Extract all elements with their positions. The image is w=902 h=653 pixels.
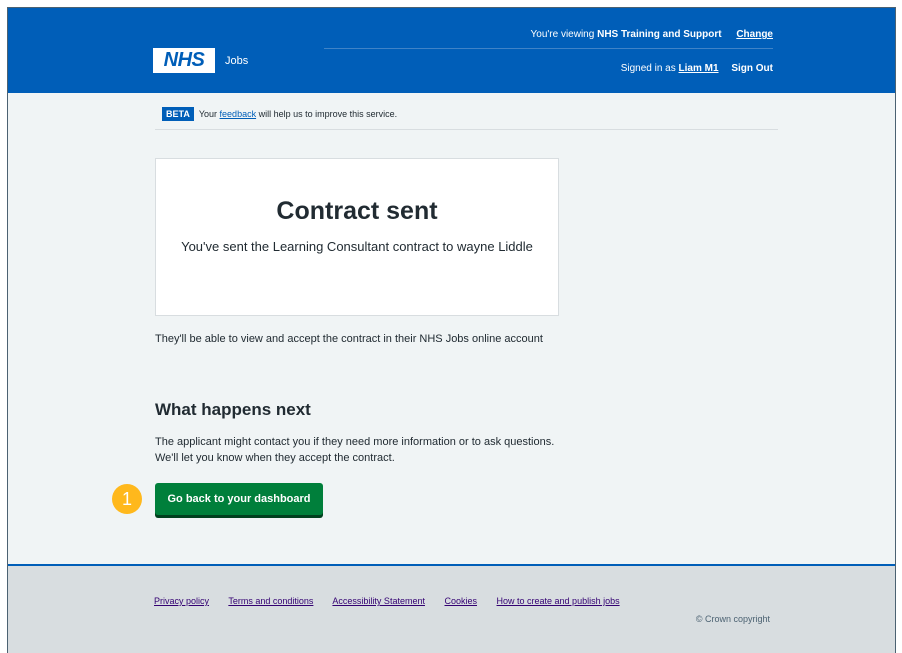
nhs-logo[interactable]: NHS	[153, 48, 215, 73]
organisation-name: NHS Training and Support	[597, 29, 722, 40]
beta-divider	[155, 129, 778, 130]
footer-links: Privacy policy Terms and conditions Acce…	[154, 596, 637, 606]
account-info: Signed in as Liam M1 Sign Out	[508, 63, 773, 74]
site-header: You're viewing NHS Training and Support …	[8, 8, 895, 93]
header-divider	[324, 48, 773, 49]
site-footer: Privacy policy Terms and conditions Acce…	[8, 564, 895, 653]
privacy-policy-link[interactable]: Privacy policy	[154, 596, 209, 606]
accessibility-link[interactable]: Accessibility Statement	[332, 596, 425, 606]
what-happens-next-text: The applicant might contact you if they …	[155, 436, 555, 464]
terms-link[interactable]: Terms and conditions	[228, 596, 313, 606]
signed-in-prefix: Signed in as	[620, 63, 676, 74]
back-to-dashboard-button[interactable]: Go back to your dashboard	[155, 483, 323, 515]
sign-out-link[interactable]: Sign Out	[731, 63, 773, 74]
copyright-text: © Crown copyright	[695, 614, 770, 624]
feedback-link[interactable]: feedback	[220, 109, 257, 119]
confirmation-panel: Contract sent You've sent the Learning C…	[155, 158, 559, 316]
contract-info-text: They'll be able to view and accept the c…	[155, 333, 543, 345]
beta-text-before: Your	[198, 109, 218, 119]
beta-tag: BETA	[162, 107, 194, 121]
page-title: Contract sent	[276, 197, 438, 225]
user-name-link[interactable]: Liam M1	[679, 63, 719, 74]
browser-viewport: You're viewing NHS Training and Support …	[7, 7, 896, 653]
change-organisation-link[interactable]: Change	[736, 29, 773, 40]
how-to-publish-link[interactable]: How to create and publish jobs	[497, 596, 620, 606]
what-happens-next-heading: What happens next	[155, 400, 311, 419]
beta-text-after: will help us to improve this service.	[258, 109, 398, 119]
service-name[interactable]: Jobs	[225, 55, 248, 67]
viewing-prefix: You're viewing	[530, 29, 595, 40]
step-marker: 1	[112, 484, 142, 514]
cookies-link[interactable]: Cookies	[444, 596, 477, 606]
organisation-switcher: You're viewing NHS Training and Support …	[408, 29, 774, 40]
nhs-logo-text: NHS	[163, 49, 205, 71]
confirmation-message: You've sent the Learning Consultant cont…	[181, 239, 533, 254]
beta-banner: BETA Your feedback will help us to impro…	[162, 107, 397, 121]
